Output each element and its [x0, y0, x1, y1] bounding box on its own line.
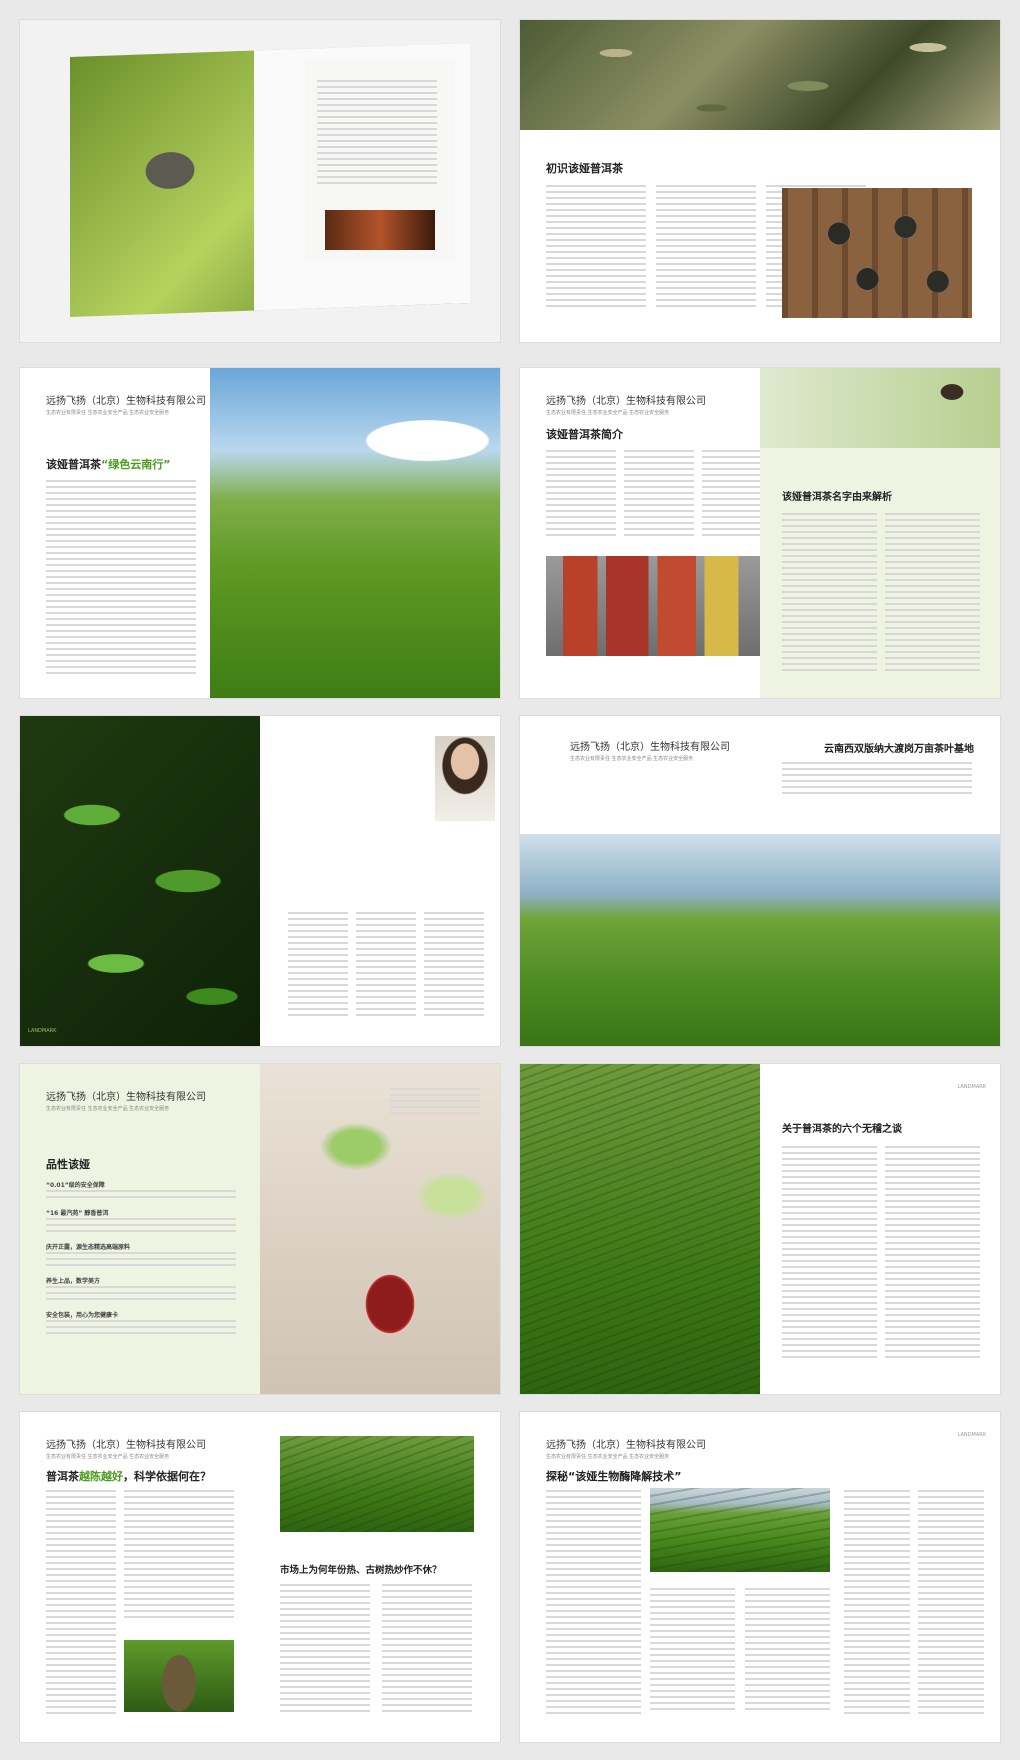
- spread-9: 远扬飞扬（北京）生物科技有限公司 生态农业有限责任 生态农业安全产品 生态农业安…: [520, 1412, 1000, 1742]
- gift-boxes-photo: [546, 556, 760, 656]
- body-text: [885, 513, 980, 675]
- body-text: [46, 1218, 236, 1236]
- spread-6: 远扬飞扬（北京）生物科技有限公司 生态农业有限责任 生态农业安全产品 生态农业安…: [20, 1064, 500, 1394]
- company-name: 远扬飞扬（北京）生物科技有限公司 生态农业有限责任 生态农业安全产品 生态农业安…: [46, 1440, 206, 1460]
- section-heading: 养生上品，数学美方: [46, 1278, 101, 1285]
- body-text: [280, 1584, 370, 1716]
- red-tea-cup-photo: [330, 1234, 450, 1374]
- green-leaves-photo: [20, 716, 260, 1046]
- section-title: 该娅普洱茶名字由来解析: [782, 492, 892, 503]
- page-title: 普洱茶越陈越好，科学依据何在？: [46, 1470, 211, 1483]
- page-title: 品性该娅: [46, 1158, 90, 1171]
- spread-1-right: 初识该娅普洱茶: [520, 20, 1000, 342]
- body-text: [656, 185, 756, 311]
- table-text: [124, 1490, 234, 1622]
- teacup-photo: [325, 210, 435, 250]
- body-text: [885, 1146, 980, 1362]
- company-name: 远扬飞扬（北京）生物科技有限公司 生态农业有限责任 生态农业安全产品 生态农业安…: [570, 742, 730, 762]
- body-text: [46, 1320, 236, 1338]
- body-text: [546, 450, 616, 540]
- spread-8: 远扬飞扬（北京）生物科技有限公司 生态农业有限责任 生态农业安全产品 生态农业安…: [20, 1412, 500, 1742]
- body-text: [782, 762, 972, 798]
- body-text: [46, 1490, 116, 1718]
- company-name: 远扬飞扬（北京）生物科技有限公司 生态农业有限责任 生态农业安全产品 生态农业安…: [546, 396, 706, 416]
- spread-7: LANDMARK 关于普洱茶的六个无稽之谈: [520, 1064, 1000, 1394]
- body-text: [782, 1146, 877, 1362]
- dried-tea-leaves-photo: [520, 20, 1000, 130]
- section-title: 关于普洱茶的六个无稽之谈: [782, 1124, 902, 1135]
- teapot-pouring-photo: [760, 368, 1000, 448]
- body-text: [424, 912, 484, 1020]
- spread-2: 远扬飞扬（北京）生物科技有限公司 生态农业有限责任 生态农业安全产品 生态农业安…: [20, 368, 500, 698]
- company-name: 远扬飞扬（北京）生物科技有限公司 生态农业有限责任 生态农业安全产品 生态农业安…: [546, 1440, 706, 1460]
- landmark-mark: LANDMARK: [28, 1028, 57, 1034]
- body-text: [918, 1490, 984, 1718]
- section-heading: “0.01”级的安全保障: [46, 1182, 105, 1189]
- spread-3: 远扬飞扬（北京）生物科技有限公司 生态农业有限责任 生态农业安全产品 生态农业安…: [520, 368, 1000, 698]
- landmark-mark: LANDMARK: [957, 1084, 986, 1090]
- company-name: 远扬飞扬（北京）生物科技有限公司 生态农业有限责任 生态农业安全产品 生态农业安…: [46, 396, 206, 416]
- section-heading: 安全包装，用心为您健康卡: [46, 1312, 119, 1319]
- body-text: [844, 1490, 910, 1718]
- body-text: [46, 1190, 236, 1202]
- body-text: [745, 1588, 830, 1714]
- body-text: [288, 912, 348, 1020]
- landmark-mark: LANDMARK: [957, 1432, 986, 1438]
- body-text: [782, 513, 877, 675]
- mountain-plantation-photo: [650, 1488, 830, 1572]
- magazine-inner-page: [305, 60, 455, 260]
- page-title: 该娅普洱茶简介: [546, 428, 623, 441]
- page-title: 初识该娅普洱茶: [546, 162, 623, 175]
- body-text: [382, 1584, 472, 1716]
- body-text: [46, 480, 196, 678]
- page-title: 该娅普洱茶“绿色云南行”: [46, 458, 171, 471]
- body-text: [702, 450, 760, 540]
- tea-terraces-photo: [520, 1064, 760, 1394]
- founder-portrait-photo: [435, 736, 495, 821]
- section-title: 市场上为何年份热、古树热炒作不休？: [280, 1565, 442, 1576]
- body-text: [46, 1252, 236, 1270]
- tea-plantation-photo: [210, 368, 500, 698]
- ancient-tree-photo: [124, 1640, 234, 1712]
- section-title: 云南西双版纳大渡岗万亩茶叶基地: [824, 744, 974, 755]
- terraced-valley-photo: [520, 834, 1000, 1046]
- body-text: [624, 450, 694, 540]
- body-text: [546, 1490, 641, 1718]
- body-text: [356, 912, 416, 1020]
- tea-cakes-photo: [782, 188, 972, 318]
- body-text: [546, 185, 646, 311]
- quote-text: [390, 1088, 480, 1118]
- body-text: [46, 1286, 236, 1304]
- body-text: [650, 1588, 735, 1714]
- section-heading: 庆开正露，源生态精选高端原料: [46, 1244, 131, 1251]
- page-title: 探秘“该娅生物酶降解技术”: [546, 1470, 682, 1483]
- spread-5: 远扬飞扬（北京）生物科技有限公司 生态农业有限责任 生态农业安全产品 生态农业安…: [520, 716, 1000, 1046]
- spread-1-left: [20, 20, 500, 342]
- tea-rows-photo: [280, 1436, 474, 1532]
- section-heading: “16 最汽苑” 醇香普洱: [46, 1210, 109, 1217]
- company-name: 远扬飞扬（北京）生物科技有限公司 生态农业有限责任 生态农业安全产品 生态农业安…: [46, 1092, 206, 1112]
- spread-4: LANDMARK: [20, 716, 500, 1046]
